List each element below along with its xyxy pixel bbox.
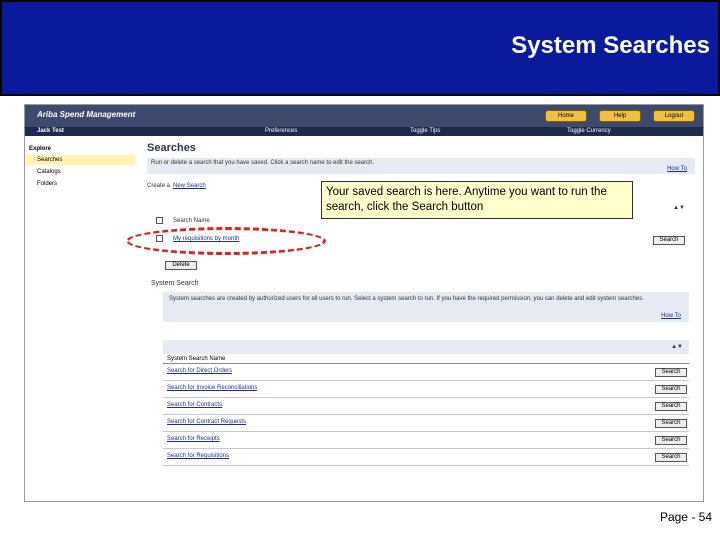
- system-search-name-header: System Search Name: [163, 354, 689, 364]
- nav-preferences[interactable]: Preferences: [265, 127, 297, 136]
- logout-button[interactable]: Logout: [653, 110, 695, 122]
- table-row: Search for Contract Requests Search: [163, 415, 689, 432]
- app-screenshot: Ariba Spend Management Home Help Logout …: [24, 104, 704, 502]
- user-name: Jack Test: [37, 128, 64, 134]
- row-search-button[interactable]: Search: [655, 453, 687, 462]
- intro-strip: Run or delete a search that you have sav…: [147, 158, 695, 174]
- new-search-link[interactable]: New Search: [173, 182, 206, 190]
- system-search-link[interactable]: Search for Contract Requests: [167, 419, 246, 425]
- row-search-button[interactable]: Search: [655, 368, 687, 377]
- system-search-link[interactable]: Search for Requisitions: [167, 453, 229, 459]
- system-search-link[interactable]: Search for Receipts: [167, 436, 220, 442]
- table-tools: ▲▼: [163, 340, 689, 354]
- table-row: Search for Requisitions Search: [163, 449, 689, 466]
- row-search-button[interactable]: Search: [655, 419, 687, 428]
- row-search-button[interactable]: Search: [655, 385, 687, 394]
- help-button[interactable]: Help: [599, 110, 641, 122]
- system-search-link[interactable]: Search for Direct Orders: [167, 368, 232, 374]
- sidebar-item-searches[interactable]: Searches: [25, 155, 135, 165]
- system-search-link[interactable]: Search for Contracts: [167, 402, 222, 408]
- table-row: Search for Receipts Search: [163, 432, 689, 449]
- table-row: Search for Invoice Reconciliations Searc…: [163, 381, 689, 398]
- sidebar: Explore Searches Catalogs Folders: [25, 136, 135, 501]
- table-sort-icon[interactable]: ▲▼: [671, 343, 683, 351]
- nav-toggle-currency[interactable]: Toggle Currency: [567, 127, 611, 136]
- delete-button[interactable]: Delete: [165, 261, 197, 270]
- highlight-ellipse: [126, 227, 326, 255]
- table-row: Search for Direct Orders Search: [163, 364, 689, 381]
- search-name-header: Search Name: [173, 218, 210, 224]
- row-search-button[interactable]: Search: [655, 402, 687, 411]
- row-search-button[interactable]: Search: [655, 436, 687, 445]
- sidebar-heading: Explore: [29, 146, 52, 152]
- intro-text: Run or delete a search that you have sav…: [151, 160, 375, 166]
- title-banner: System Searches: [0, 0, 720, 96]
- app-header: Ariba Spend Management Home Help Logout: [25, 105, 703, 127]
- table-row: Search for Contracts Search: [163, 398, 689, 415]
- sidebar-item-folders[interactable]: Folders: [25, 179, 135, 189]
- system-search-table: ▲▼ System Search Name Search for Direct …: [163, 340, 689, 466]
- page-number: Page - 54: [659, 510, 712, 524]
- system-intro-text: System searches are created by authorize…: [169, 296, 644, 302]
- how-to-link[interactable]: How To: [667, 165, 687, 173]
- system-search-title: System Search: [151, 280, 199, 287]
- select-all-checkbox[interactable]: [156, 217, 163, 224]
- sidebar-item-catalogs[interactable]: Catalogs: [25, 167, 135, 177]
- page-title: Searches: [147, 142, 196, 154]
- slide-title: System Searches: [511, 32, 710, 59]
- create-prefix: Create a: [147, 183, 171, 189]
- system-search-link[interactable]: Search for Invoice Reconciliations: [167, 385, 257, 391]
- sort-icon[interactable]: ▲▼: [673, 204, 685, 212]
- tip-callout: Your saved search is here. Anytime you w…: [321, 181, 633, 219]
- app-logo: Ariba Spend Management: [37, 110, 136, 119]
- home-button[interactable]: Home: [545, 110, 587, 122]
- nav-toggle-tips[interactable]: Toggle Tips: [410, 127, 440, 136]
- app-navbar: Jack Test Preferences Toggle Tips Toggle…: [25, 127, 703, 136]
- system-intro-strip: System searches are created by authorize…: [163, 292, 689, 322]
- system-how-to-link[interactable]: How To: [661, 312, 681, 320]
- slide: System Searches Ariba Spend Management H…: [0, 0, 720, 540]
- saved-search-button[interactable]: Search: [653, 236, 685, 245]
